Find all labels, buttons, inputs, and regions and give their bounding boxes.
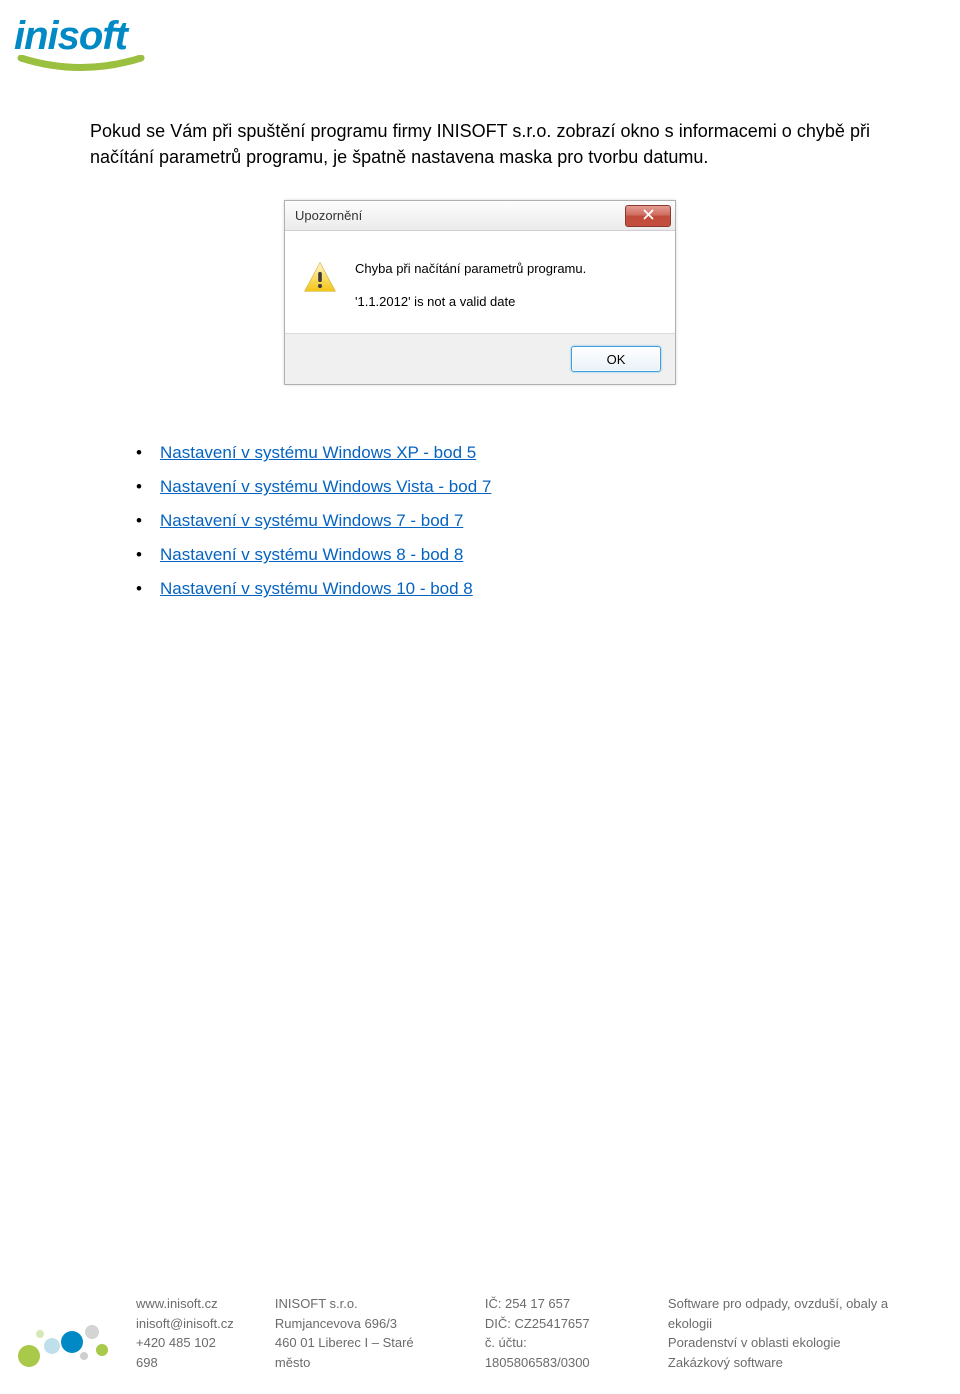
footer-service-2: Poradenství v oblasti ekologie	[668, 1333, 930, 1353]
link-vista[interactable]: Nastavení v systému Windows Vista - bod …	[160, 477, 491, 496]
link-list: Nastavení v systému Windows XP - bod 5 N…	[136, 443, 870, 599]
close-icon	[643, 207, 654, 225]
dialog-titlebar: Upozornění	[285, 201, 675, 231]
link-xp[interactable]: Nastavení v systému Windows XP - bod 5	[160, 443, 476, 462]
footer-col-ids: IČ: 254 17 657 DIČ: CZ25417657 č. účtu: …	[485, 1294, 632, 1372]
dialog-message-2: '1.1.2012' is not a valid date	[355, 294, 586, 309]
warning-dialog: Upozornění	[284, 200, 676, 385]
footer-col-services: Software pro odpady, ovzduší, obaly a ek…	[668, 1294, 930, 1372]
dialog-footer: OK	[285, 333, 675, 384]
logo-text: inisoft	[14, 14, 174, 59]
footer-col-address: INISOFT s.r.o. Rumjancevova 696/3 460 01…	[275, 1294, 449, 1372]
footer-street: Rumjancevova 696/3	[275, 1314, 449, 1334]
footer-company: INISOFT s.r.o.	[275, 1294, 449, 1314]
dialog-title: Upozornění	[295, 208, 362, 223]
footer-phone: +420 485 102 698	[136, 1333, 239, 1372]
link-win10[interactable]: Nastavení v systému Windows 10 - bod 8	[160, 579, 473, 598]
close-button[interactable]	[625, 205, 671, 227]
intro-paragraph: Pokud se Vám při spuštění programu firmy…	[90, 118, 870, 170]
logo: inisoft	[14, 14, 174, 78]
dialog-body: Chyba při načítání parametrů programu. '…	[285, 231, 675, 333]
ok-button-label: OK	[607, 352, 626, 367]
footer-service-3: Zakázkový software	[668, 1353, 930, 1373]
ok-button[interactable]: OK	[571, 346, 661, 372]
footer-city: 460 01 Liberec I – Staré město	[275, 1333, 449, 1372]
footer-account: č. účtu: 1805806583/0300	[485, 1333, 632, 1372]
list-item: Nastavení v systému Windows Vista - bod …	[136, 477, 870, 497]
footer-col-contact: www.inisoft.cz inisoft@inisoft.cz +420 4…	[136, 1294, 239, 1372]
list-item: Nastavení v systému Windows 7 - bod 7	[136, 511, 870, 531]
footer: www.inisoft.cz inisoft@inisoft.cz +420 4…	[14, 1294, 930, 1372]
footer-ic: IČ: 254 17 657	[485, 1294, 632, 1314]
footer-dic: DIČ: CZ25417657	[485, 1314, 632, 1334]
warning-icon	[303, 261, 337, 295]
footer-website: www.inisoft.cz	[136, 1294, 239, 1314]
footer-dots-icon	[14, 1306, 114, 1372]
list-item: Nastavení v systému Windows XP - bod 5	[136, 443, 870, 463]
dialog-message-1: Chyba při načítání parametrů programu.	[355, 261, 586, 276]
link-win8[interactable]: Nastavení v systému Windows 8 - bod 8	[160, 545, 463, 564]
list-item: Nastavení v systému Windows 8 - bod 8	[136, 545, 870, 565]
footer-service-1: Software pro odpady, ovzduší, obaly a ek…	[668, 1294, 930, 1333]
list-item: Nastavení v systému Windows 10 - bod 8	[136, 579, 870, 599]
link-win7[interactable]: Nastavení v systému Windows 7 - bod 7	[160, 511, 463, 530]
footer-email: inisoft@inisoft.cz	[136, 1314, 239, 1334]
logo-arc-icon	[16, 55, 174, 78]
